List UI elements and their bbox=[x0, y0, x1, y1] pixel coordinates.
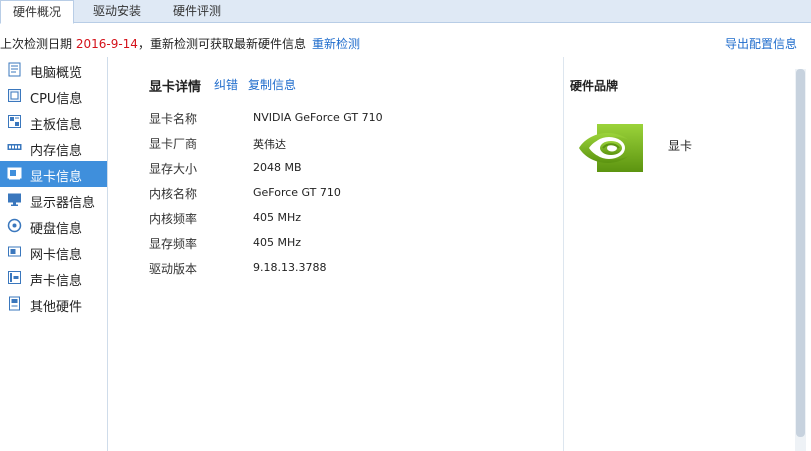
sidebar-item-motherboard[interactable]: 主板信息 bbox=[0, 109, 107, 135]
detail-value: 405 MHz bbox=[253, 211, 302, 224]
detail-value: NVIDIA GeForce GT 710 bbox=[253, 111, 383, 124]
last-check-prefix: 上次检测日期 bbox=[0, 37, 76, 51]
tab-bar: 硬件概况 驱动安装 硬件评测 bbox=[0, 0, 811, 24]
sidebar-item-label: 声卡信息 bbox=[30, 274, 83, 289]
sidebar-item-monitor[interactable]: 显示器信息 bbox=[0, 187, 107, 213]
sidebar-item-label: 硬盘信息 bbox=[30, 222, 83, 237]
motherboard-icon bbox=[8, 115, 21, 128]
sidebar-item-label: 显卡信息 bbox=[30, 170, 83, 185]
sidebar-item-hard-disk[interactable]: 硬盘信息 bbox=[0, 213, 107, 239]
export-config-link[interactable]: 导出配置信息 bbox=[725, 35, 797, 52]
detail-row: 显卡名称 NVIDIA GeForce GT 710 bbox=[149, 110, 549, 130]
memory-icon bbox=[7, 144, 22, 150]
sidebar-item-label: 网卡信息 bbox=[30, 248, 83, 263]
graphics-card-icon bbox=[7, 167, 22, 180]
detail-key: 驱动版本 bbox=[149, 262, 198, 276]
detail-row: 显卡厂商 英伟达 bbox=[149, 135, 549, 155]
detail-key: 显卡厂商 bbox=[149, 137, 198, 151]
sidebar: 电脑概览 CPU信息 主板信息 内存信息 显卡信息 显示器信息 硬盘信息 网卡信… bbox=[0, 57, 108, 451]
detail-row: 显存大小 2048 MB bbox=[149, 160, 549, 180]
detail-row: 内核名称 GeForce GT 710 bbox=[149, 185, 549, 205]
brand-title: 硬件品牌 bbox=[570, 79, 619, 93]
last-check-suffix: ，重新检测可获取最新硬件信息 bbox=[137, 37, 306, 51]
sidebar-item-label: 内存信息 bbox=[30, 144, 83, 159]
network-card-icon bbox=[8, 246, 21, 257]
detail-value: 2048 MB bbox=[253, 161, 302, 174]
sidebar-item-label: 其他硬件 bbox=[30, 300, 83, 315]
sound-card-icon bbox=[8, 271, 21, 284]
cpu-icon bbox=[8, 89, 21, 102]
info-bar: 上次检测日期 2016-9-14，重新检测可获取最新硬件信息 重新检测 导出配置… bbox=[0, 23, 811, 59]
sidebar-item-computer-overview[interactable]: 电脑概览 bbox=[0, 57, 107, 83]
detail-value: GeForce GT 710 bbox=[253, 186, 341, 199]
tab-driver-install[interactable]: 驱动安装 bbox=[74, 0, 160, 23]
details-title: 显卡详情 bbox=[149, 80, 202, 95]
computer-overview-icon bbox=[8, 62, 21, 77]
tab-hardware-benchmark[interactable]: 硬件评测 bbox=[160, 0, 234, 23]
last-check-text: 上次检测日期 2016-9-14，重新检测可获取最新硬件信息 bbox=[0, 35, 306, 52]
detail-key: 显存大小 bbox=[149, 162, 198, 176]
detail-key: 显卡名称 bbox=[149, 112, 198, 126]
sidebar-item-sound-card[interactable]: 声卡信息 bbox=[0, 265, 107, 291]
sidebar-item-network-card[interactable]: 网卡信息 bbox=[0, 239, 107, 265]
scrollbar-thumb[interactable] bbox=[796, 69, 805, 437]
monitor-icon bbox=[8, 193, 21, 206]
sidebar-item-memory[interactable]: 内存信息 bbox=[0, 135, 107, 161]
tab-hardware-overview[interactable]: 硬件概况 bbox=[0, 0, 74, 24]
detail-key: 内核名称 bbox=[149, 187, 198, 201]
sidebar-item-other-hardware[interactable]: 其他硬件 bbox=[0, 291, 107, 317]
detail-value: 9.18.13.3788 bbox=[253, 261, 327, 274]
correct-link[interactable]: 纠错 bbox=[214, 76, 238, 93]
detail-row: 内核频率 405 MHz bbox=[149, 210, 549, 230]
other-hardware-icon bbox=[9, 296, 20, 311]
brand-logo bbox=[573, 110, 649, 184]
detail-key: 内核频率 bbox=[149, 212, 198, 226]
detail-row: 驱动版本 9.18.13.3788 bbox=[149, 260, 549, 280]
detail-value: 英伟达 bbox=[253, 138, 286, 151]
scrollbar[interactable] bbox=[795, 69, 806, 451]
sidebar-item-graphics-card[interactable]: 显卡信息 bbox=[0, 161, 107, 187]
detail-row: 显存频率 405 MHz bbox=[149, 235, 549, 255]
copy-info-link[interactable]: 复制信息 bbox=[248, 76, 296, 93]
recheck-link[interactable]: 重新检测 bbox=[312, 35, 360, 52]
sidebar-item-label: 显示器信息 bbox=[30, 196, 96, 211]
sidebar-item-label: CPU信息 bbox=[30, 92, 83, 107]
brand-name: 显卡 bbox=[668, 139, 693, 153]
detail-key: 显存频率 bbox=[149, 237, 198, 251]
brand-panel: 硬件品牌 显卡 bbox=[563, 57, 795, 451]
sidebar-item-label: 主板信息 bbox=[30, 118, 83, 133]
detail-value: 405 MHz bbox=[253, 236, 302, 249]
hard-disk-icon bbox=[7, 218, 22, 233]
details-panel: 显卡详情 纠错 复制信息 显卡名称 NVIDIA GeForce GT 710 显… bbox=[108, 57, 563, 451]
sidebar-item-label: 电脑概览 bbox=[30, 66, 83, 81]
last-check-date: 2016-9-14 bbox=[75, 37, 138, 51]
nvidia-logo-icon bbox=[573, 110, 649, 184]
sidebar-item-cpu[interactable]: CPU信息 bbox=[0, 83, 107, 109]
